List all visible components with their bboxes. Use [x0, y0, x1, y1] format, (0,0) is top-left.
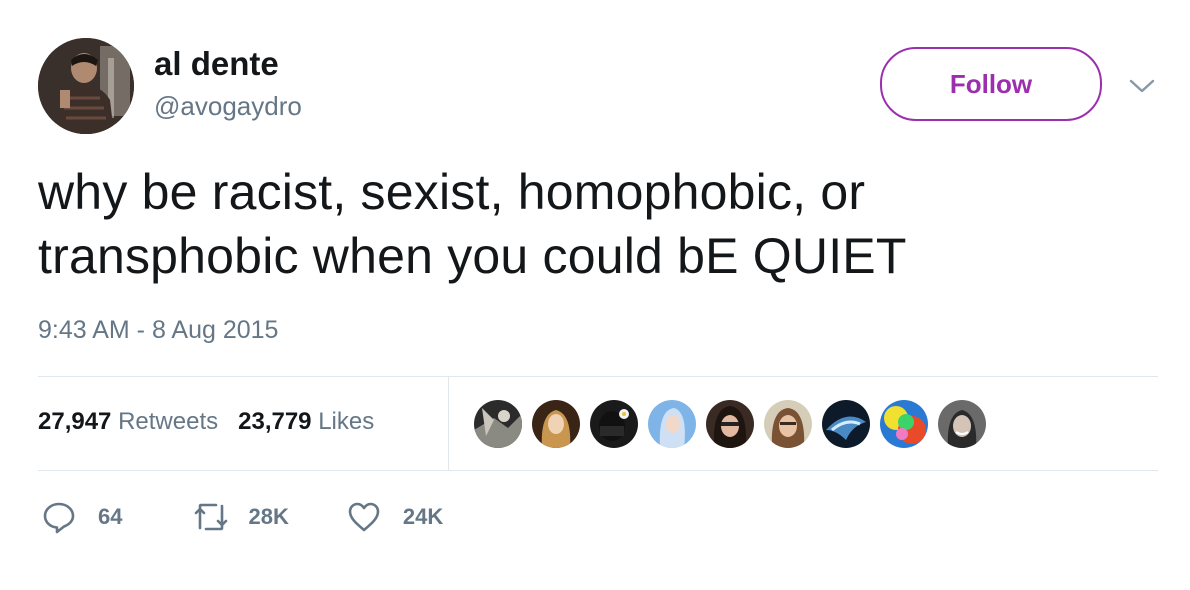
- tweet-timestamp[interactable]: 9:43 AM - 8 Aug 2015: [38, 314, 278, 346]
- like-count: 24K: [402, 504, 444, 529]
- reply-count: 64: [98, 504, 123, 529]
- tweet-stats: 27,947 Retweets 23,779 Likes: [38, 406, 374, 438]
- retweets-count: 27,947: [38, 408, 112, 435]
- liker-avatar-4[interactable]: [648, 400, 696, 448]
- likes-count: 23,779: [238, 408, 312, 435]
- user-avatar[interactable]: [38, 38, 134, 134]
- heart-icon: [347, 500, 381, 534]
- user-display-name[interactable]: al dente: [154, 44, 279, 84]
- liker-avatars: [474, 400, 996, 448]
- tweet-actions: 64 28K 24K: [42, 500, 443, 534]
- retweet-icon: [192, 500, 230, 534]
- divider: [38, 470, 1158, 471]
- divider: [38, 376, 1158, 377]
- retweets-label: Retweets: [118, 408, 219, 435]
- liker-avatar-7[interactable]: [822, 400, 870, 448]
- reply-button[interactable]: 64: [42, 500, 122, 534]
- liker-avatar-9[interactable]: [938, 400, 986, 448]
- liker-avatar-1[interactable]: [474, 400, 522, 448]
- chevron-down-icon[interactable]: [1128, 76, 1156, 96]
- user-handle[interactable]: @avogaydro: [154, 90, 302, 122]
- liker-avatar-5[interactable]: [706, 400, 754, 448]
- liker-avatar-3[interactable]: [590, 400, 638, 448]
- retweet-count: 28K: [248, 504, 289, 529]
- tweet-text-line: transphobic when you could bE QUIET: [38, 228, 907, 284]
- likes-stat[interactable]: 23,779 Likes: [238, 408, 374, 435]
- tweet-text: why be racist, sexist, homophobic, or tr…: [38, 160, 1138, 288]
- likes-label: Likes: [318, 408, 375, 435]
- follow-button[interactable]: Follow: [880, 47, 1102, 121]
- retweets-stat[interactable]: 27,947 Retweets: [38, 408, 218, 435]
- tweet-card: al dente @avogaydro Follow why be racist…: [0, 0, 1190, 590]
- stats-divider: [448, 377, 449, 470]
- tweet-text-line: why be racist, sexist, homophobic, or: [38, 164, 866, 220]
- liker-avatar-6[interactable]: [764, 400, 812, 448]
- like-button[interactable]: 24K: [347, 500, 443, 534]
- reply-icon: [42, 500, 76, 534]
- liker-avatar-8[interactable]: [880, 400, 928, 448]
- retweet-button[interactable]: 28K: [192, 500, 289, 534]
- liker-avatar-2[interactable]: [532, 400, 580, 448]
